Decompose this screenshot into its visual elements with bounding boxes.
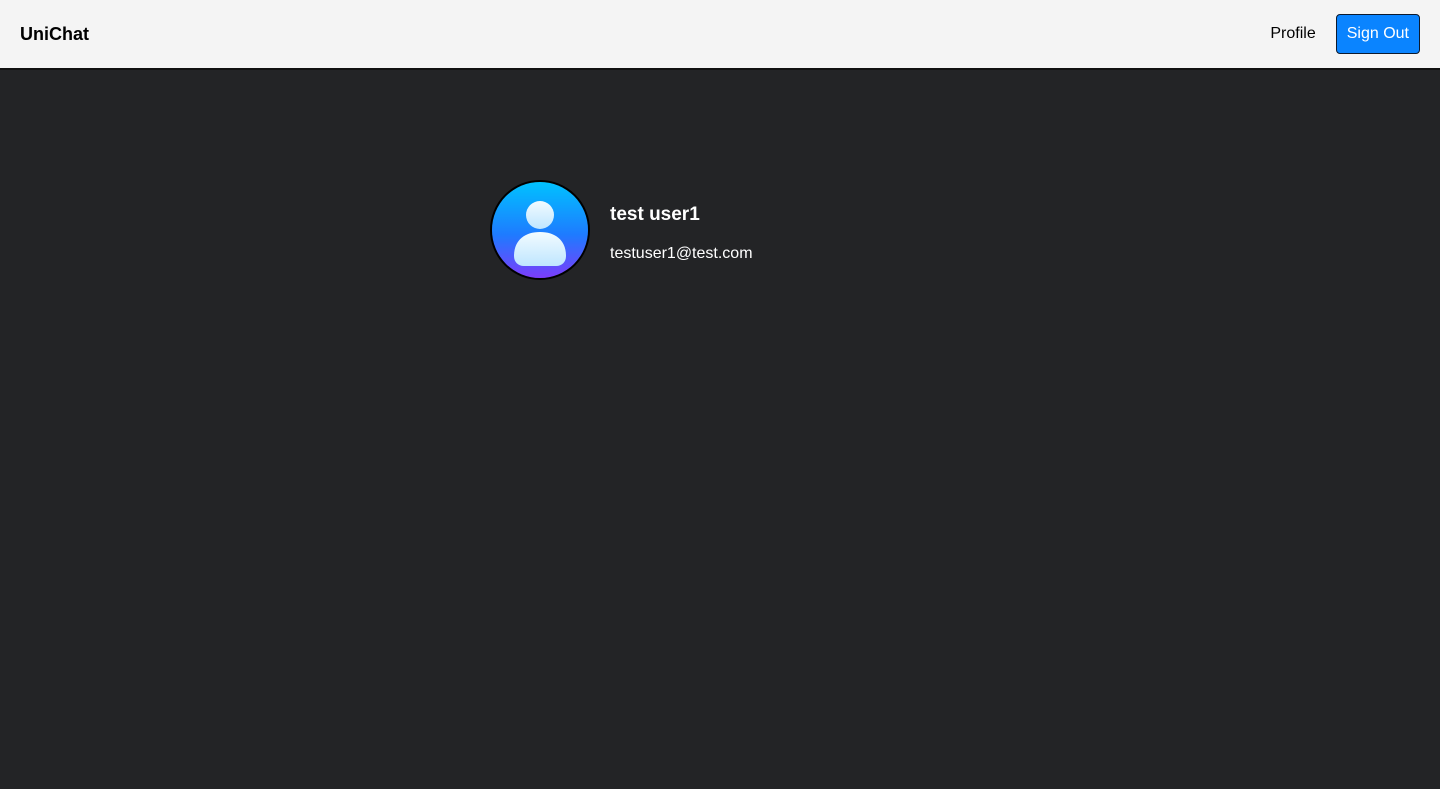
nav-actions: Profile Sign Out <box>1270 14 1420 54</box>
top-navbar: UniChat Profile Sign Out <box>0 0 1440 70</box>
profile-link[interactable]: Profile <box>1270 24 1315 44</box>
sign-out-button[interactable]: Sign Out <box>1335 14 1420 54</box>
brand-title: UniChat <box>20 24 89 44</box>
user-email: testuser1@test.com <box>610 245 753 262</box>
profile-card: test user1 testuser1@test.com <box>490 180 753 280</box>
user-info: test user1 testuser1@test.com <box>610 180 753 264</box>
user-name: test user1 <box>610 204 700 225</box>
avatar-graphic <box>492 182 588 278</box>
user-avatar-icon <box>490 180 590 280</box>
